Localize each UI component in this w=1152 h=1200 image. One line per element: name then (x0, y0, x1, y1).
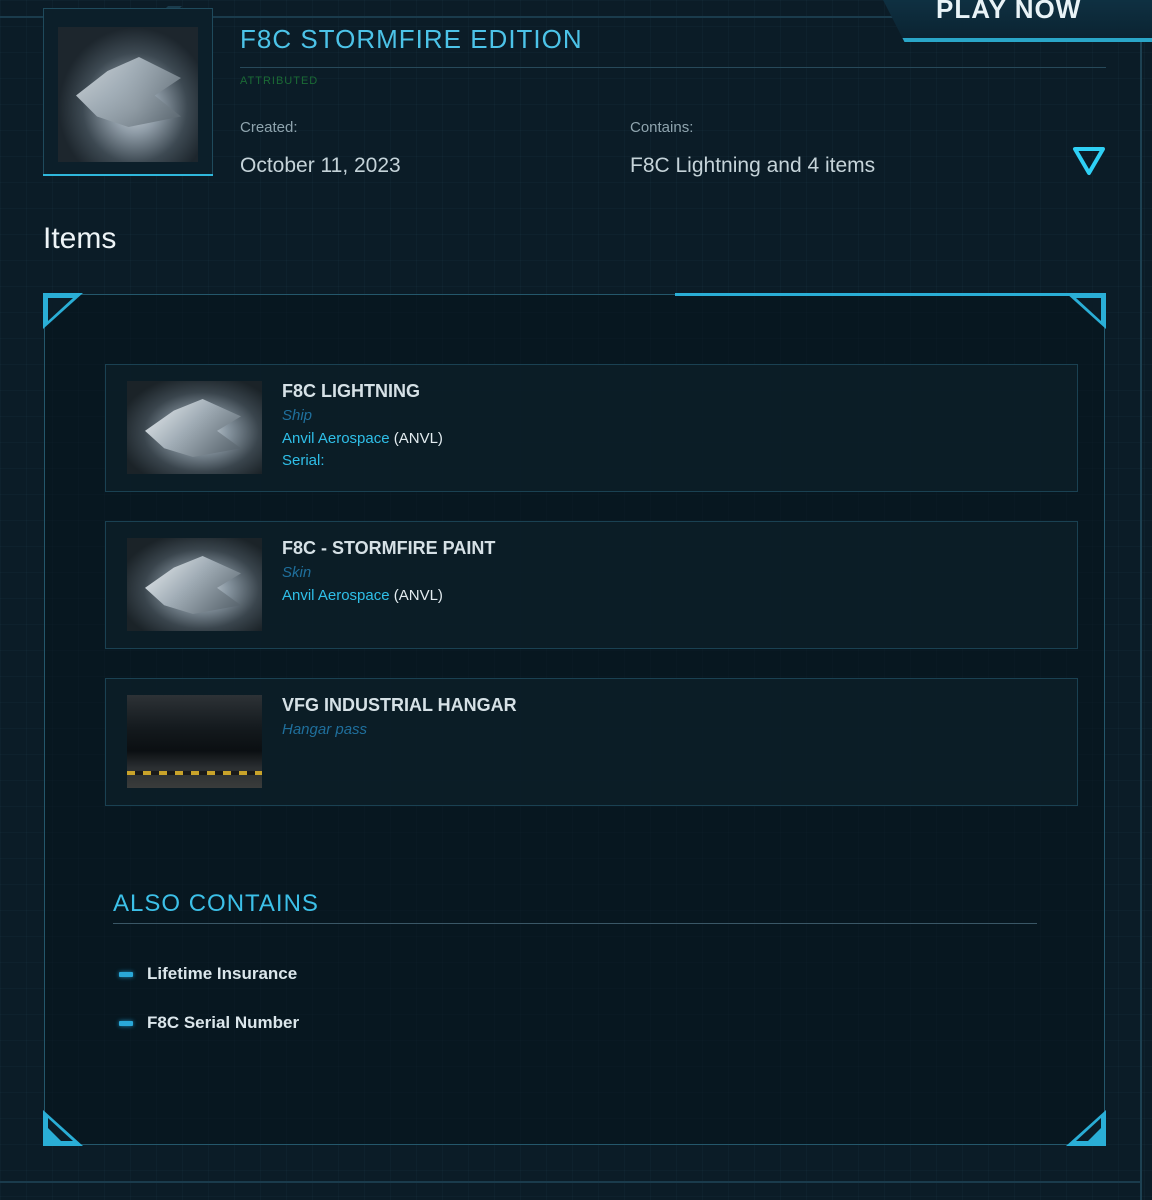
item-manufacturer: Anvil Aerospace (ANVL) (282, 587, 443, 604)
item-kind: Skin (282, 564, 312, 581)
manufacturer-code: (ANVL) (393, 430, 443, 447)
dash-bullet-icon (119, 1021, 133, 1026)
item-name: VFG INDUSTRIAL HANGAR (282, 695, 517, 715)
also-contains-label: Lifetime Insurance (147, 964, 298, 983)
ship-image (76, 57, 181, 127)
top-corner-accent (166, 0, 188, 8)
list-item[interactable]: F8C - STORMFIRE PAINT Skin Anvil Aerospa… (105, 521, 1078, 649)
pledge-thumbnail (58, 27, 198, 162)
play-now-label: PLAY NOW (936, 0, 1082, 24)
ship-image (127, 381, 262, 474)
item-thumbnail (127, 695, 262, 788)
panel-top-accent (675, 293, 1075, 296)
also-contains-divider (113, 923, 1037, 924)
manufacturer-code: (ANVL) (393, 587, 443, 604)
item-name: F8C LIGHTNING (282, 381, 420, 401)
list-item[interactable]: F8C LIGHTNING Ship Anvil Aerospace (ANVL… (105, 364, 1078, 492)
contains-value: F8C Lightning and 4 items (630, 154, 876, 177)
corner-bracket-icon (1066, 1106, 1106, 1146)
title-divider (240, 67, 1106, 68)
item-serial-label: Serial: (282, 452, 325, 469)
also-contains-label: F8C Serial Number (147, 1013, 300, 1032)
item-kind: Hangar pass (282, 721, 368, 738)
pledge-thumbnail-frame[interactable] (43, 8, 213, 176)
manufacturer-name: Anvil Aerospace (282, 430, 390, 447)
ship-image (127, 538, 262, 631)
pledge-title: F8C STORMFIRE EDITION (240, 24, 583, 54)
triangle-down-icon[interactable] (1072, 146, 1106, 176)
bottom-divider (0, 1181, 1140, 1183)
items-heading: Items (43, 222, 117, 255)
dash-bullet-icon (119, 972, 133, 977)
corner-bracket-icon (43, 1106, 83, 1146)
manufacturer-name: Anvil Aerospace (282, 587, 390, 604)
item-thumbnail (127, 381, 262, 474)
items-panel: F8C LIGHTNING Ship Anvil Aerospace (ANVL… (43, 293, 1106, 1146)
status-badge: ATTRIBUTED (240, 75, 319, 87)
created-label: Created: (240, 119, 298, 136)
contains-label: Contains: (630, 119, 694, 136)
corner-bracket-icon (43, 293, 83, 333)
right-edge-rail (1140, 0, 1142, 1200)
created-value: October 11, 2023 (240, 154, 401, 177)
hangar-image (127, 695, 262, 788)
list-item[interactable]: VFG INDUSTRIAL HANGAR Hangar pass (105, 678, 1078, 806)
play-now-button[interactable]: PLAY NOW (880, 0, 1152, 42)
item-kind: Ship (282, 407, 313, 424)
item-manufacturer: Anvil Aerospace (ANVL) (282, 430, 443, 447)
also-contains-heading: ALSO CONTAINS (113, 890, 319, 917)
item-name: F8C - STORMFIRE PAINT (282, 538, 496, 558)
corner-bracket-icon (1066, 293, 1106, 333)
item-thumbnail (127, 538, 262, 631)
pledge-page: PLAY NOW F8C STORMFIRE EDITION ATTRIBUTE… (0, 0, 1152, 1200)
